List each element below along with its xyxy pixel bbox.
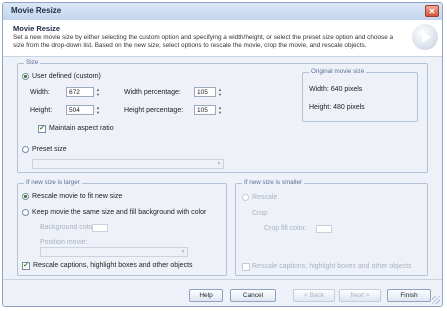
header-description: Set a new movie size by either selecting…: [13, 34, 394, 49]
header-title: Movie Resize: [13, 24, 61, 33]
width-down-icon[interactable]: ▼: [94, 92, 102, 97]
smaller-group: If new size is smaller Rescale Crop Crop…: [235, 179, 428, 276]
user-defined-label: User defined (custom): [32, 73, 101, 80]
title-bar[interactable]: Movie Resize ✕: [3, 3, 442, 21]
help-button[interactable]: Help: [189, 289, 223, 302]
preset-size-radio[interactable]: [22, 146, 29, 153]
rescale-label: Rescale: [252, 194, 278, 201]
height-value: 504: [69, 107, 80, 114]
height-label: Height:: [30, 107, 53, 114]
maintain-aspect-checkbox[interactable]: ✓: [38, 125, 46, 133]
width-label: Width:: [30, 89, 50, 96]
finish-button[interactable]: Finish: [387, 289, 431, 302]
window-title: Movie Resize: [11, 6, 62, 15]
resize-grip-icon[interactable]: [432, 296, 440, 304]
height-percentage-label: Height percentage:: [124, 107, 184, 114]
smaller-rescale-captions-checkbox[interactable]: [242, 263, 250, 271]
next-button[interactable]: Next >: [339, 289, 381, 302]
rescale-fit-label: Rescale movie to fit new size: [32, 193, 123, 200]
width-percentage-stepper[interactable]: 105 ▲ ▼: [194, 87, 222, 97]
larger-group: If new size is larger Rescale movie to f…: [17, 179, 227, 276]
width-percentage-down-icon[interactable]: ▼: [216, 92, 224, 97]
width-stepper[interactable]: 672 ▲ ▼: [66, 87, 100, 97]
preset-size-dropdown[interactable]: ▼: [32, 159, 224, 169]
original-size-group: Original movie size Width: 640 pixels He…: [302, 68, 418, 122]
rescale-radio[interactable]: [242, 194, 249, 201]
width-percentage-value: 105: [197, 89, 208, 96]
background-color-swatch[interactable]: [92, 224, 108, 232]
back-button[interactable]: < Back: [293, 289, 335, 302]
crop-color-swatch[interactable]: [316, 225, 332, 233]
background-color-label: Background color:: [40, 224, 97, 231]
width-percentage-label: Width percentage:: [124, 89, 181, 96]
close-icon[interactable]: ✕: [425, 5, 439, 17]
height-stepper[interactable]: 504 ▲ ▼: [66, 105, 100, 115]
keep-same-label: Keep movie the same size and fill backgr…: [32, 209, 207, 216]
larger-rescale-captions-label: Rescale captions, highlight boxes and ot…: [33, 262, 193, 269]
movie-resize-dialog: Movie Resize ✕ Movie Resize Set a new mo…: [2, 2, 443, 307]
larger-rescale-captions-checkbox[interactable]: ✓: [22, 262, 30, 270]
preset-size-label: Preset size: [32, 146, 67, 153]
play-logo-icon: [412, 24, 438, 50]
rescale-fit-radio[interactable]: [22, 193, 29, 200]
dialog-header: Movie Resize Set a new movie size by eit…: [3, 20, 442, 57]
height-percentage-value: 105: [197, 107, 208, 114]
position-label: Position movie:: [40, 239, 88, 246]
width-value: 672: [69, 89, 80, 96]
smaller-rescale-captions-label: Rescale captions, highlight boxes and ot…: [252, 263, 412, 270]
chevron-down-icon: ▼: [216, 161, 222, 167]
height-down-icon[interactable]: ▼: [94, 110, 102, 115]
original-height: Height: 480 pixels: [309, 104, 365, 111]
footer-divider: [3, 279, 442, 280]
size-legend: Size: [24, 59, 41, 66]
height-percentage-stepper[interactable]: 105 ▲ ▼: [194, 105, 222, 115]
smaller-legend: If new size is smaller: [242, 179, 305, 186]
cancel-button[interactable]: Cancel: [230, 289, 276, 302]
original-size-legend: Original movie size: [309, 68, 367, 75]
height-percentage-down-icon[interactable]: ▼: [216, 110, 224, 115]
original-width: Width: 640 pixels: [309, 86, 363, 93]
larger-legend: If new size is larger: [24, 179, 82, 186]
position-dropdown[interactable]: ▼: [40, 247, 188, 257]
keep-same-radio[interactable]: [22, 209, 29, 216]
maintain-aspect-label: Maintain aspect ratio: [49, 125, 114, 132]
size-group: Size User defined (custom) Width: 672 ▲ ▼…: [17, 59, 428, 173]
chevron-down-icon: ▼: [180, 249, 186, 255]
user-defined-radio[interactable]: [22, 73, 29, 80]
crop-label: Crop: [252, 210, 268, 217]
crop-color-label: Crop fill color:: [264, 225, 307, 232]
